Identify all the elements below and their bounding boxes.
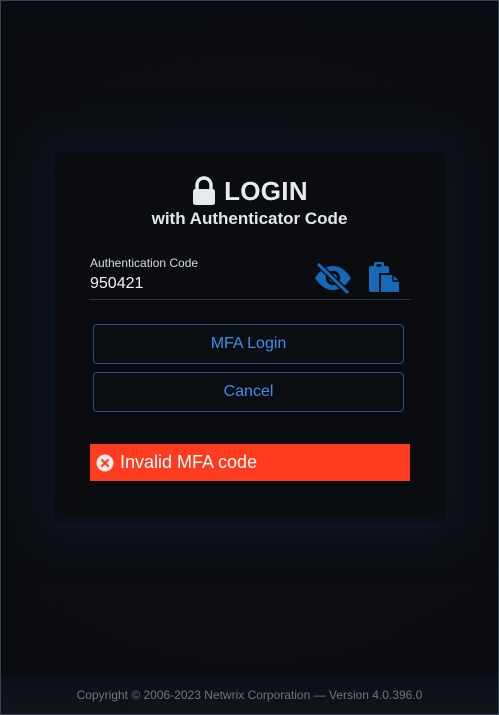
cancel-button[interactable]: Cancel [93,372,404,412]
clipboard-icon[interactable] [367,260,403,296]
mfa-login-button[interactable]: MFA Login [93,324,404,364]
error-circle-icon [96,454,114,471]
error-banner: Invalid MFA code [90,444,410,481]
footer: Copyright © 2006-2023 Netwrix Corporatio… [1,676,498,714]
eye-slash-icon[interactable] [312,261,354,295]
login-header: LOGIN [1,175,498,207]
authentication-code-label: Authentication Code [90,256,199,270]
lock-icon [193,176,216,205]
copyright-text: Copyright © 2006-2023 Netwrix Corporatio… [76,688,423,702]
error-message: Invalid MFA code [120,452,258,472]
page-subtitle: with Authenticator Code [151,209,348,228]
authentication-code-input[interactable] [89,273,300,295]
page-title: LOGIN [224,175,308,206]
app-window: LOGIN with Authenticator Code Authentica… [0,0,499,715]
authentication-code-field: Authentication Code [89,253,411,300]
